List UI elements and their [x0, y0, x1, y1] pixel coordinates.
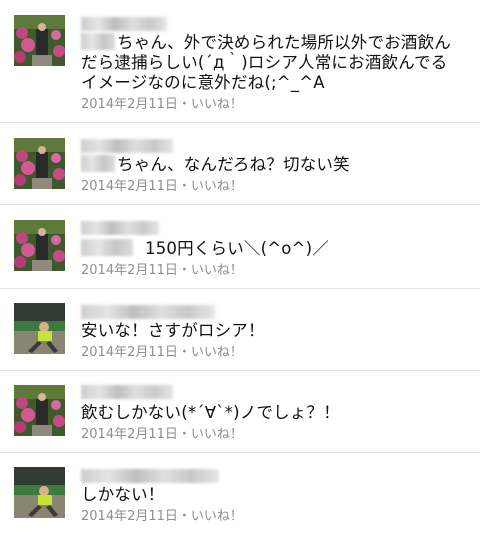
- comment-item: 飲むしかない(*´∀`*)ノでしょ？！ 2014年2月11日・いいね！: [0, 371, 480, 453]
- comment-text: 150円くらい＼(^o^)／: [81, 239, 462, 259]
- avatar[interactable]: [14, 15, 65, 66]
- comment-date: 2014年2月11日: [81, 509, 178, 524]
- meta-separator: ・: [177, 427, 191, 442]
- commenter-name-redacted: [81, 139, 173, 153]
- mention-redacted: [81, 239, 133, 256]
- flowers-avatar-icon: [14, 138, 65, 189]
- avatar[interactable]: [14, 303, 65, 354]
- comment-item: ちゃん、外で決められた場所以外でお酒飲んだら逮捕らしい(´д｀)ロシア人常にお酒…: [0, 0, 480, 123]
- meta-separator: ・: [177, 345, 191, 360]
- comment-text-content: 安いな！さすがロシア！: [81, 321, 265, 340]
- mention-redacted: [81, 33, 115, 50]
- meta-separator: ・: [177, 263, 191, 278]
- runner-avatar-icon: [14, 467, 65, 518]
- commenter-name-redacted: [81, 17, 167, 31]
- like-button[interactable]: いいね！: [191, 263, 243, 278]
- comment-item: 150円くらい＼(^o^)／ 2014年2月11日・いいね！: [0, 205, 480, 289]
- comment-item: しかない！ 2014年2月11日・いいね！: [0, 453, 480, 535]
- commenter-name-redacted: [81, 221, 159, 235]
- comment-meta: 2014年2月11日・いいね！: [81, 179, 243, 195]
- commenter-name-redacted: [81, 385, 173, 399]
- meta-separator: ・: [177, 179, 191, 194]
- like-button[interactable]: いいね！: [191, 345, 243, 360]
- like-button[interactable]: いいね！: [191, 427, 243, 442]
- meta-separator: ・: [177, 509, 191, 524]
- comment-date: 2014年2月11日: [81, 263, 178, 278]
- flowers-avatar-icon: [14, 15, 65, 66]
- comment-date: 2014年2月11日: [81, 97, 178, 112]
- comment-date: 2014年2月11日: [81, 179, 178, 194]
- comment-item: 安いな！さすがロシア！ 2014年2月11日・いいね！: [0, 289, 480, 371]
- comment-text-content: 飲むしかない(*´∀`*)ノでしょ？！: [81, 403, 340, 422]
- flowers-avatar-icon: [14, 385, 65, 436]
- commenter-name-redacted: [81, 469, 219, 483]
- commenter-name-redacted: [81, 305, 215, 319]
- like-button[interactable]: いいね！: [191, 509, 243, 524]
- avatar[interactable]: [14, 467, 65, 518]
- comment-text: しかない！: [81, 485, 462, 505]
- meta-separator: ・: [177, 97, 191, 112]
- flowers-avatar-icon: [14, 220, 65, 271]
- mention-redacted: [81, 155, 115, 172]
- comment-text: ちゃん、外で決められた場所以外でお酒飲んだら逮捕らしい(´д｀)ロシア人常にお酒…: [81, 33, 462, 93]
- comment-text-content: 150円くらい＼(^o^)／: [145, 239, 329, 258]
- comment-meta: 2014年2月11日・いいね！: [81, 263, 243, 279]
- avatar[interactable]: [14, 220, 65, 271]
- comment-date: 2014年2月11日: [81, 345, 178, 360]
- comment-meta: 2014年2月11日・いいね！: [81, 509, 243, 525]
- comment-item: ちゃん、なんだろね？切ない笑 2014年2月11日・いいね！: [0, 123, 480, 205]
- comment-text-content: ちゃん、外で決められた場所以外でお酒飲んだら逮捕らしい(´д｀)ロシア人常にお酒…: [81, 33, 451, 92]
- comment-meta: 2014年2月11日・いいね！: [81, 427, 243, 443]
- comment-text: 安いな！さすがロシア！: [81, 321, 462, 341]
- comment-text: 飲むしかない(*´∀`*)ノでしょ？！: [81, 403, 462, 423]
- comment-text: ちゃん、なんだろね？切ない笑: [81, 155, 462, 175]
- comment-meta: 2014年2月11日・いいね！: [81, 97, 243, 113]
- comment-date: 2014年2月11日: [81, 427, 178, 442]
- like-button[interactable]: いいね！: [191, 179, 243, 194]
- avatar[interactable]: [14, 385, 65, 436]
- runner-avatar-icon: [14, 303, 65, 354]
- comment-text-content: ちゃん、なんだろね？切ない笑: [117, 155, 350, 174]
- like-button[interactable]: いいね！: [191, 97, 243, 112]
- avatar[interactable]: [14, 138, 65, 189]
- comment-text-content: しかない！: [81, 485, 165, 504]
- comment-meta: 2014年2月11日・いいね！: [81, 345, 243, 361]
